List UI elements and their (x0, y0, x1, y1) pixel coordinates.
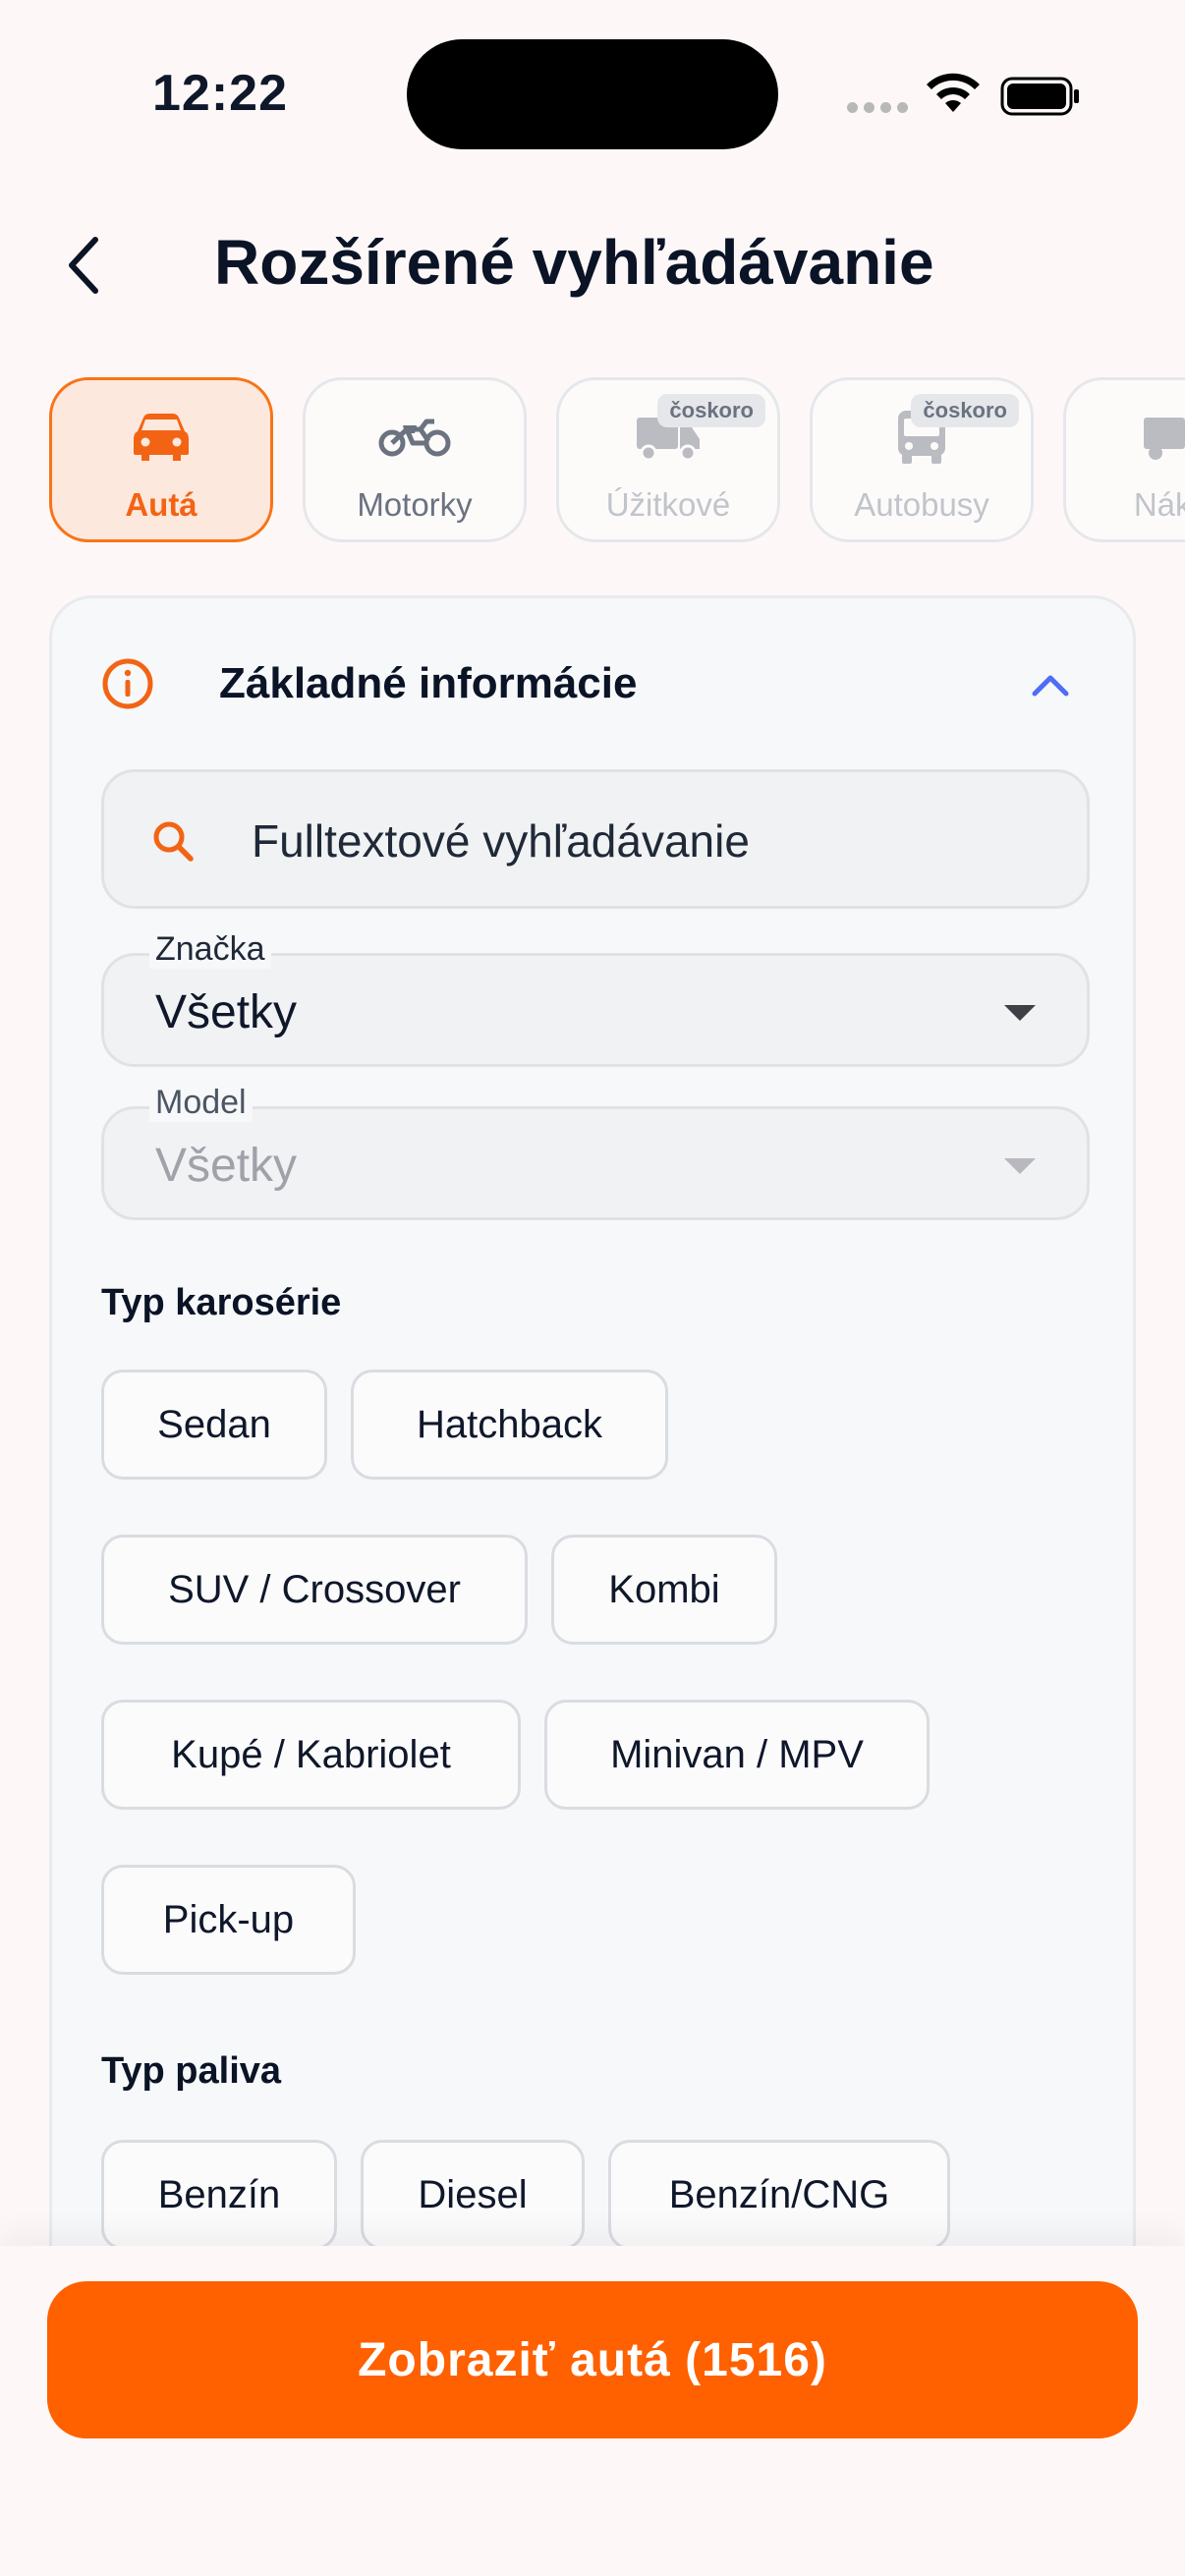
model-select[interactable]: Model Všetky (101, 1084, 1090, 1220)
brand-value: Všetky (155, 986, 298, 1038)
search-icon (153, 821, 194, 862)
advanced-search-screen: 12:22 Rozšírené vyhľadávanie Autá Motork… (0, 0, 1185, 2576)
coming-soon-badge: čoskoro (657, 394, 765, 427)
model-label: Model (149, 1084, 253, 1122)
dropdown-arrow-icon (1004, 1005, 1036, 1021)
page-title: Rozšírené vyhľadávanie (214, 227, 934, 298)
body-type-chip-minivan[interactable]: Minivan / MPV (544, 1700, 930, 1810)
basic-info-header[interactable]: Základné informácie (52, 598, 1133, 767)
lorry-icon (1138, 406, 1185, 469)
search-input[interactable] (252, 802, 1057, 880)
tab-commercial-label: Úžitkové (605, 486, 731, 523)
brand-select[interactable]: Značka Všetky (101, 930, 1090, 1067)
car-icon (124, 406, 198, 469)
model-value: Všetky (155, 1140, 298, 1192)
body-type-label: Typ karosérie (101, 1282, 342, 1323)
tab-motorcycles-label: Motorky (357, 486, 473, 523)
basic-info-title: Základné informácie (219, 659, 638, 707)
fulltext-search (101, 769, 1090, 909)
tab-lorries-label: Nákla (1133, 486, 1185, 523)
tab-buses-label: Autobusy (854, 486, 989, 523)
body-type-chip-hatchback[interactable]: Hatchback (351, 1370, 668, 1480)
body-type-chip-sedan[interactable]: Sedan (101, 1370, 327, 1480)
header: Rozšírené vyhľadávanie (0, 187, 1185, 344)
chevron-up-icon (1032, 675, 1069, 697)
body-type-chip-suv[interactable]: SUV / Crossover (101, 1535, 528, 1645)
brand-label: Značka (149, 930, 271, 969)
wifi-icon (927, 73, 980, 112)
tab-cars-label: Autá (125, 486, 198, 523)
bottom-action-bar: Zobraziť autá (1516) (0, 2246, 1185, 2576)
tab-cars[interactable]: Autá (49, 377, 273, 542)
tab-commercial[interactable]: čoskoro Úžitkové (556, 377, 780, 542)
body-type-chip-kombi[interactable]: Kombi (551, 1535, 777, 1645)
fuel-chip-diesel[interactable]: Diesel (361, 2140, 585, 2250)
vehicle-category-tabs: Autá Motorky čoskoro Úžitkové čoskoro Au… (49, 377, 1185, 542)
tab-buses[interactable]: čoskoro Autobusy (810, 377, 1034, 542)
motorcycle-icon (377, 406, 452, 469)
status-bar: 12:22 (0, 0, 1185, 187)
tab-lorries[interactable]: č Nákla (1063, 377, 1185, 542)
fuel-chip-petrol-cng[interactable]: Benzín/CNG (608, 2140, 950, 2250)
chevron-left-icon (69, 237, 98, 294)
status-time: 12:22 (152, 65, 288, 122)
show-results-button[interactable]: Zobraziť autá (1516) (47, 2281, 1138, 2438)
body-type-chip-pickup[interactable]: Pick-up (101, 1865, 356, 1975)
info-icon (102, 658, 153, 709)
body-type-chip-coupe[interactable]: Kupé / Kabriolet (101, 1700, 521, 1810)
fuel-chip-petrol[interactable]: Benzín (101, 2140, 337, 2250)
fuel-type-label: Typ paliva (101, 2050, 282, 2092)
cellular-signal-icon (847, 102, 908, 113)
coming-soon-badge: čoskoro (911, 394, 1019, 427)
dynamic-island (407, 39, 778, 149)
collapse-button[interactable] (1023, 657, 1078, 712)
dropdown-arrow-icon (1004, 1158, 1036, 1174)
back-button[interactable] (49, 226, 118, 305)
battery-icon (1000, 77, 1079, 116)
tab-motorcycles[interactable]: Motorky (303, 377, 527, 542)
